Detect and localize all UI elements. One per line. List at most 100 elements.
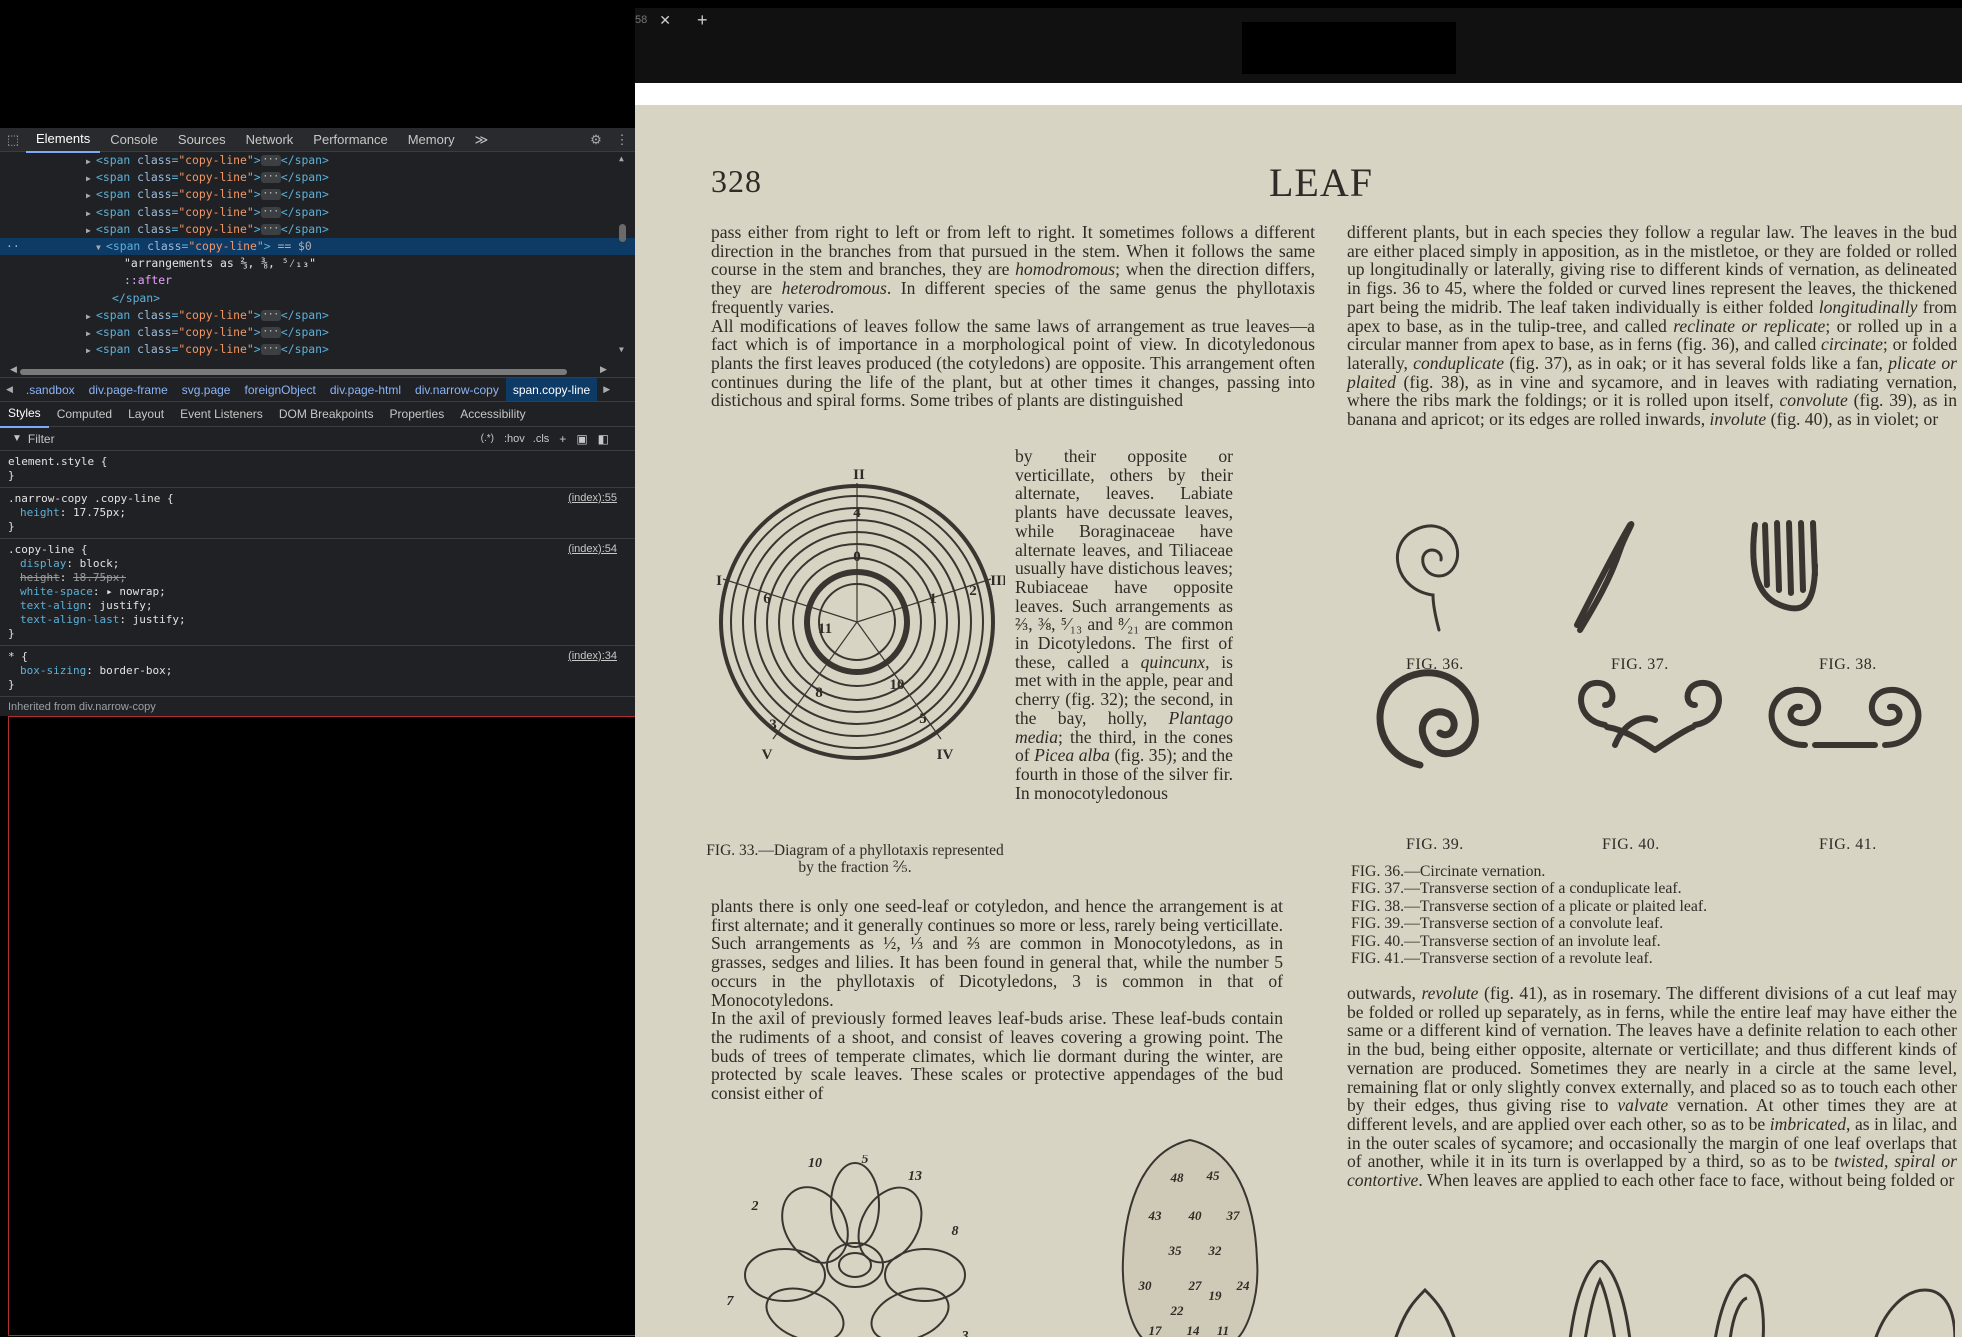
tab-console[interactable]: Console — [100, 128, 168, 152]
ellipsis-badge[interactable]: ··· — [260, 309, 281, 321]
ellipsis-badge[interactable]: ··· — [260, 172, 281, 184]
paint-toggle-icon[interactable]: ▣ — [576, 432, 587, 446]
dom-node-collapsed[interactable]: ▶ <span class="copy-line"> ··· </span> — [0, 186, 635, 203]
breadcrumb-item[interactable]: div.narrow-copy — [408, 378, 506, 401]
subtab-event-listeners[interactable]: Event Listeners — [172, 402, 271, 427]
css-property[interactable]: height: 17.75px; — [8, 506, 635, 520]
legend-item: FIG. 40.—Transverse section of an involu… — [1351, 932, 1661, 950]
css-property[interactable]: white-space: ▸ nowrap; — [8, 585, 635, 599]
css-rule[interactable]: * {box-sizing: border-box;} (index):34 — [0, 646, 635, 697]
dom-after-label: ::after — [124, 273, 173, 288]
tab-network[interactable]: Network — [236, 128, 304, 152]
dom-node-collapsed[interactable]: ▶ <span class="copy-line"> ··· </span> — [0, 221, 635, 238]
breadcrumb-item[interactable]: div.page-html — [323, 378, 408, 401]
dom-selected-marker: == $0 — [277, 238, 312, 253]
expand-triangle-icon[interactable]: ▶ — [86, 325, 96, 342]
dom-tree[interactable]: ▶ <span class="copy-line"> ··· </span> ▶ <spa… — [0, 152, 635, 364]
css-source-link[interactable]: (index):55 — [568, 492, 617, 504]
leaf-rosette-drawing: 10 5 13 2 8 7 3 — [727, 1155, 969, 1337]
dom-node-collapsed[interactable]: ▶ <span class="copy-line"> ··· </span> — [0, 169, 635, 186]
browser-tab[interactable]: 58 ✕ + — [635, 8, 715, 32]
new-tab-icon[interactable]: + — [697, 10, 708, 31]
subtab-computed[interactable]: Computed — [49, 402, 120, 427]
dom-node-collapsed[interactable]: ▶ <span class="copy-line"> ··· </span> — [0, 341, 635, 358]
tab-memory[interactable]: Memory — [398, 128, 465, 152]
css-property[interactable]: display: block; — [8, 557, 635, 571]
dom-node-selected[interactable]: ·· ▼ <span class="copy-line"> == $0 — [0, 237, 635, 256]
expand-triangle-icon[interactable]: ▶ — [86, 153, 96, 170]
breadcrumb-item-active[interactable]: span.copy-line — [505, 378, 598, 401]
regex-toggle-icon[interactable]: (.*) — [481, 433, 494, 444]
css-source-link[interactable]: (index):34 — [568, 650, 617, 662]
css-rule-close: } — [8, 627, 15, 640]
more-tabs-icon[interactable]: ≫ — [465, 128, 499, 152]
bud-section-shape — [1714, 1273, 1765, 1337]
settings-gear-icon[interactable]: ⚙ — [583, 128, 609, 152]
dom-close-tag[interactable]: </span> — [0, 290, 635, 307]
breadcrumb-item[interactable]: foreignObject — [237, 378, 322, 401]
expand-triangle-icon[interactable]: ▶ — [86, 308, 96, 325]
scroll-thumb[interactable] — [619, 224, 626, 242]
collapse-triangle-icon[interactable]: ▼ — [96, 239, 106, 256]
subtab-styles[interactable]: Styles — [0, 401, 49, 428]
expand-triangle-icon[interactable]: ▶ — [86, 187, 96, 204]
ellipsis-badge[interactable]: ··· — [260, 189, 281, 201]
scroll-down-icon[interactable]: ▼ — [619, 345, 624, 354]
ellipsis-badge[interactable]: ··· — [260, 206, 281, 218]
add-rule-icon[interactable]: + — [559, 432, 566, 446]
dom-after-pseudo[interactable]: ::after — [0, 272, 635, 289]
breadcrumb-right-icon[interactable]: ▶ — [597, 384, 616, 395]
expand-triangle-icon[interactable]: ▶ — [86, 222, 96, 239]
filter-input[interactable]: Filter — [28, 432, 55, 446]
figure-legend-list: FIG. 36.—Circinate vernation. FIG. 37.—T… — [1351, 863, 1707, 967]
css-property[interactable]: height: 18.75px; — [8, 571, 635, 585]
breadcrumb-item[interactable]: .sandbox — [19, 378, 82, 401]
css-rule[interactable]: .narrow-copy .copy-line {height: 17.75px… — [0, 488, 635, 539]
dom-node-collapsed[interactable]: ▶ <span class="copy-line"> ··· </span> — [0, 204, 635, 221]
breadcrumb-item[interactable]: svg.page — [175, 378, 238, 401]
devtools-top-blackout — [0, 0, 635, 128]
ellipsis-badge[interactable]: ··· — [260, 344, 281, 356]
css-property[interactable]: text-align: justify; — [8, 599, 635, 613]
css-property[interactable]: box-sizing: border-box; — [8, 664, 635, 678]
dom-node-collapsed[interactable]: ▶ <span class="copy-line"> ··· </span> — [0, 152, 635, 169]
ellipsis-badge[interactable]: ··· — [260, 326, 281, 338]
css-rule[interactable]: .copy-line {display: block; height: 18.75… — [0, 539, 635, 646]
inspect-element-icon[interactable]: ⬚ — [0, 128, 26, 152]
css-property[interactable]: text-align-last: justify; — [8, 613, 635, 627]
expand-triangle-icon[interactable]: ▶ — [86, 205, 96, 222]
css-rule-close: } — [8, 520, 15, 533]
subtab-dom-breakpoints[interactable]: DOM Breakpoints — [271, 402, 382, 427]
expand-triangle-icon[interactable]: ▶ — [86, 170, 96, 187]
dom-tree-scrollbar[interactable]: ▲ ▼ — [619, 154, 627, 354]
tab-sources[interactable]: Sources — [168, 128, 236, 152]
sidebar-toggle-icon[interactable]: ◧ — [598, 432, 609, 446]
tab-elements[interactable]: Elements — [26, 128, 101, 153]
horizontal-scroll-thumb[interactable] — [20, 369, 567, 375]
legend-item: FIG. 39.—Transverse section of a convolu… — [1351, 915, 1664, 933]
ellipsis-badge[interactable]: ··· — [260, 223, 281, 235]
subtab-accessibility[interactable]: Accessibility — [452, 402, 533, 427]
horizontal-scrollbar[interactable]: ◀ ▶ — [0, 364, 635, 378]
scroll-left-icon[interactable]: ◀ — [10, 364, 17, 375]
dom-node-collapsed[interactable]: ▶ <span class="copy-line"> ··· </span> — [0, 324, 635, 341]
hov-toggle[interactable]: :hov — [504, 433, 525, 445]
scroll-right-icon[interactable]: ▶ — [600, 364, 607, 375]
dom-node-collapsed[interactable]: ▶ <span class="copy-line"> ··· </span> — [0, 307, 635, 324]
ellipsis-badge[interactable]: ··· — [260, 155, 281, 166]
subtab-properties[interactable]: Properties — [382, 402, 453, 427]
css-rule[interactable]: element.style {} — [0, 451, 635, 488]
css-source-link[interactable]: (index):54 — [568, 543, 617, 555]
subtab-layout[interactable]: Layout — [120, 402, 172, 427]
tab-performance[interactable]: Performance — [303, 128, 397, 152]
dom-text-node[interactable]: "arrangements as ⅔, ⅜, ⁵⁄₁₃" — [0, 255, 635, 272]
scroll-up-icon[interactable]: ▲ — [619, 154, 624, 163]
tab-close-icon[interactable]: ✕ — [659, 12, 671, 29]
diagram-number-label: 8 — [815, 685, 823, 701]
breadcrumb-left-icon[interactable]: ◀ — [0, 384, 19, 395]
expand-triangle-icon[interactable]: ▶ — [86, 342, 96, 359]
kebab-menu-icon[interactable]: ⋮ — [609, 128, 635, 152]
cls-toggle[interactable]: .cls — [533, 433, 550, 445]
address-bar-blackout[interactable] — [1242, 22, 1456, 74]
breadcrumb-item[interactable]: div.page-frame — [82, 378, 175, 401]
